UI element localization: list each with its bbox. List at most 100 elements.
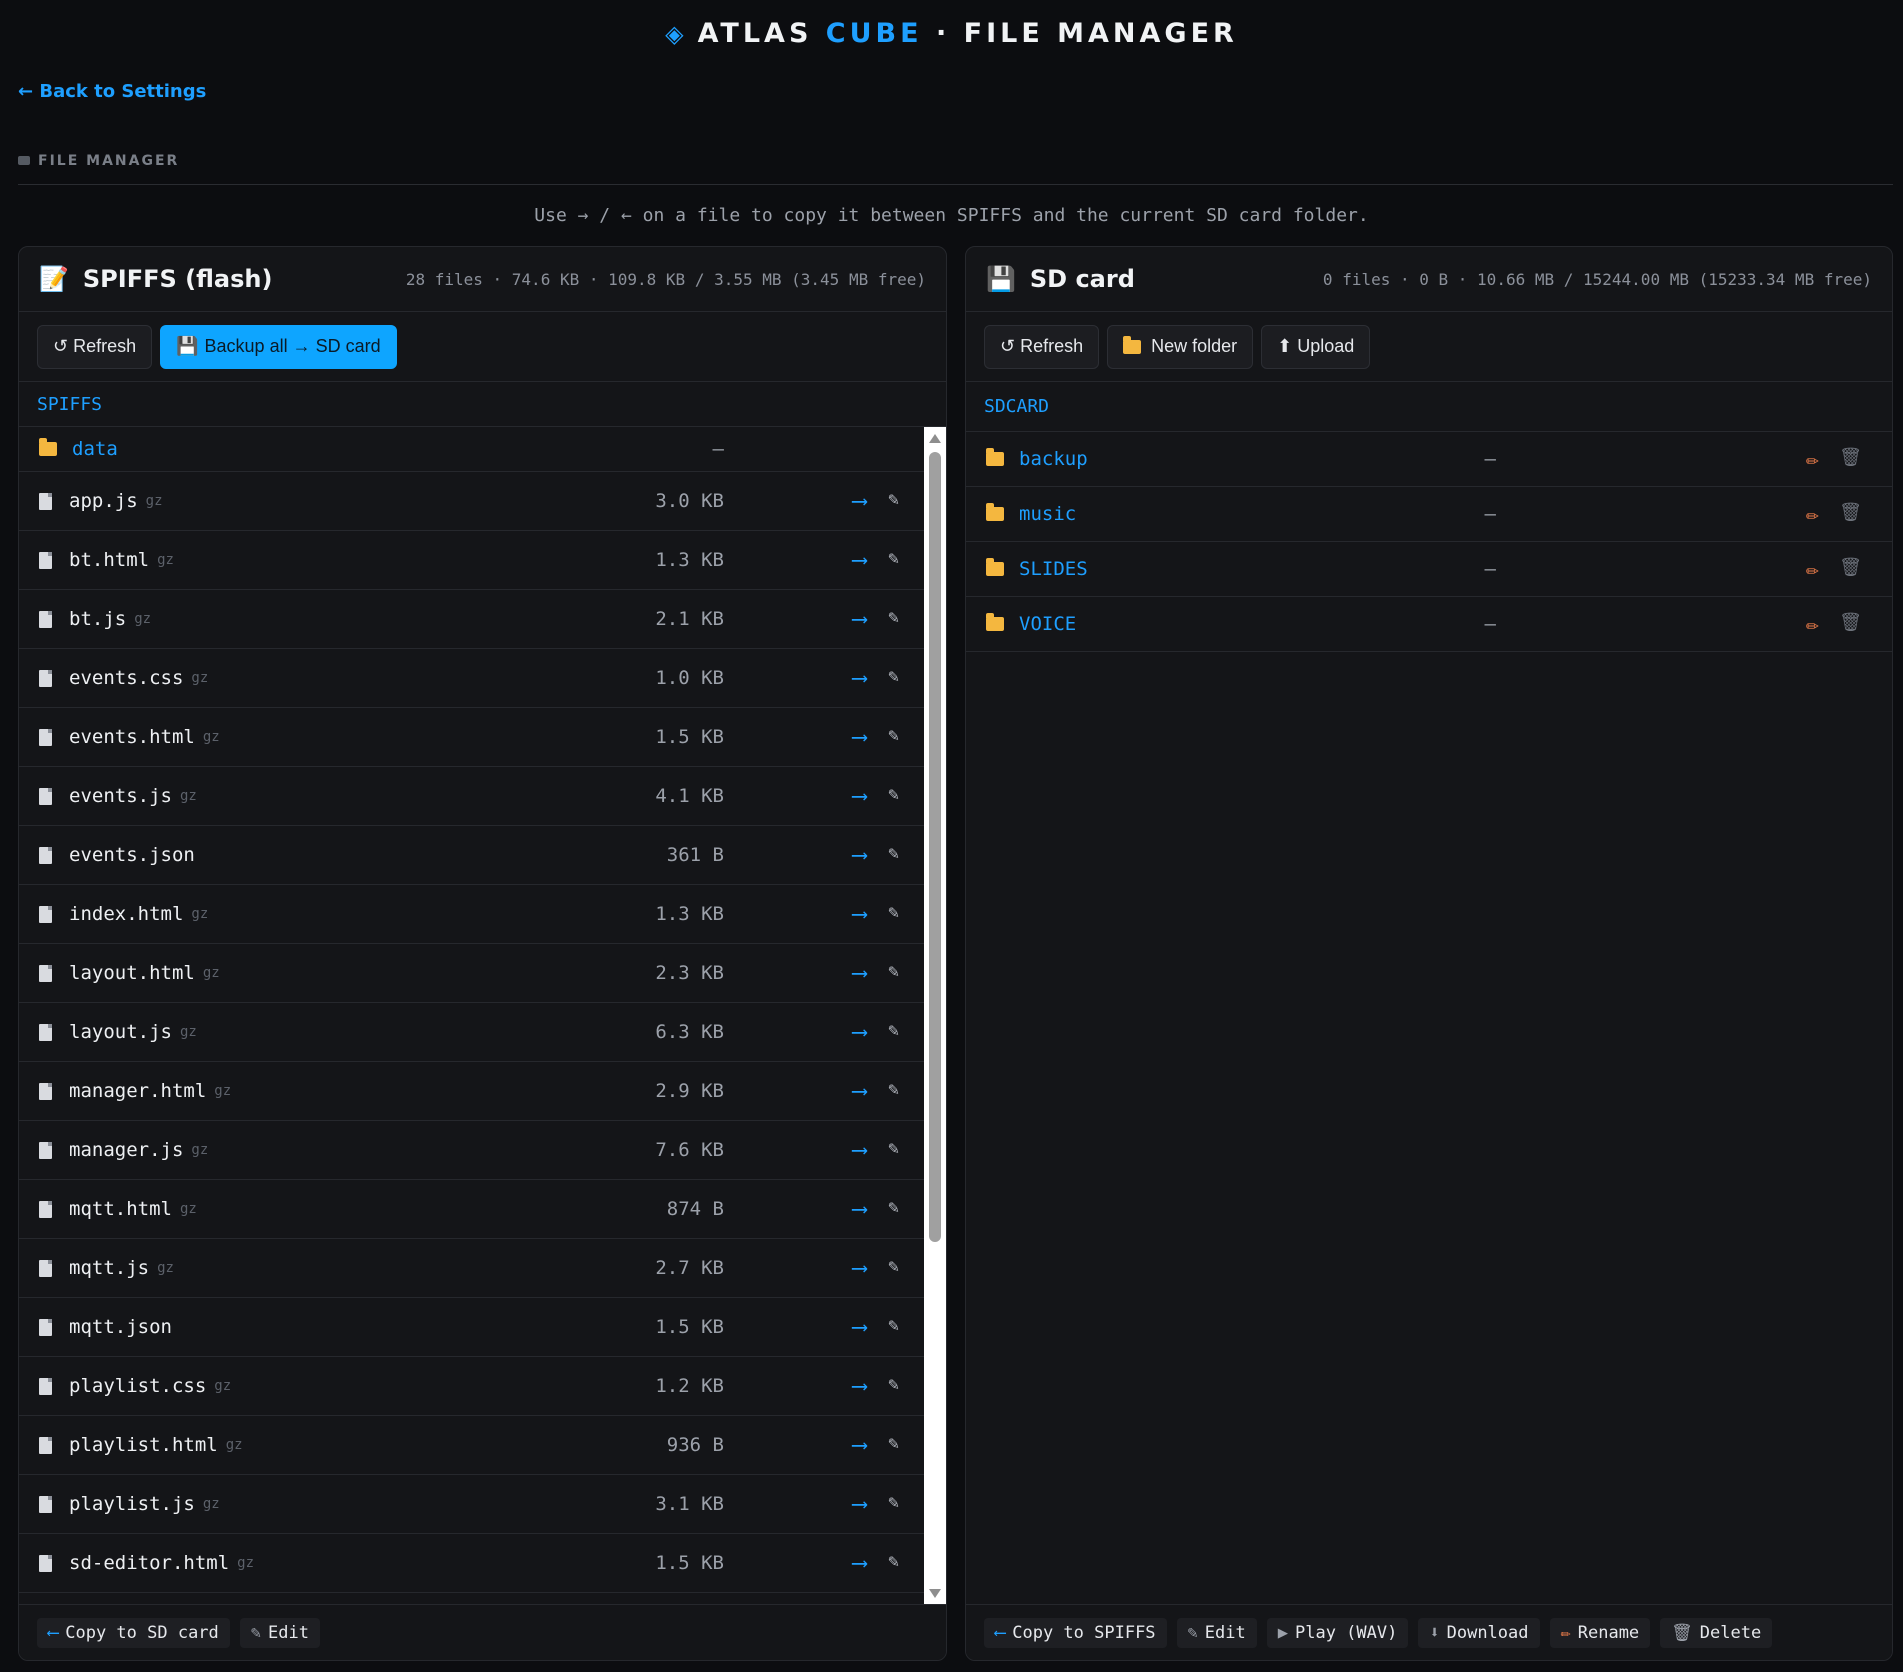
folder-row[interactable]: data — [19, 427, 924, 472]
copy-to-sd-button[interactable]: ⟵ Copy to SD card [37, 1617, 230, 1648]
file-row[interactable]: playlist.html gz 936 B ⟶ ✎ [19, 1416, 924, 1475]
edit-pencil-icon[interactable]: ✎ [888, 1551, 899, 1576]
file-row[interactable]: playlist.css gz 1.2 KB ⟶ ✎ [19, 1357, 924, 1416]
delete-trash-icon[interactable]: 🗑 [1839, 502, 1862, 527]
file-name[interactable]: events.json [69, 844, 195, 866]
copy-arrow-right-icon[interactable]: ⟶ [853, 1433, 866, 1458]
folder-name[interactable]: VOICE [1019, 613, 1076, 635]
file-row[interactable]: bt.js gz 2.1 KB ⟶ ✎ [19, 590, 924, 649]
edit-pencil-icon[interactable]: ✎ [888, 843, 899, 868]
edit-pencil-icon[interactable]: ✎ [888, 1374, 899, 1399]
copy-arrow-right-icon[interactable]: ⟶ [853, 784, 866, 809]
file-name[interactable]: bt.html [69, 549, 149, 571]
folder-name[interactable]: backup [1019, 448, 1088, 470]
spiffs-scrollbar[interactable] [924, 427, 946, 1604]
copy-arrow-right-icon[interactable]: ⟶ [853, 961, 866, 986]
copy-arrow-right-icon[interactable]: ⟶ [853, 1138, 866, 1163]
copy-to-spiffs-button[interactable]: ⟵ Copy to SPIFFS [984, 1617, 1167, 1648]
copy-arrow-right-icon[interactable]: ⟶ [853, 1256, 866, 1281]
scroll-down-icon[interactable] [929, 1589, 941, 1598]
file-name[interactable]: manager.html [69, 1080, 206, 1102]
edit-pencil-icon[interactable]: ✎ [888, 1197, 899, 1222]
scroll-up-icon[interactable] [929, 434, 941, 443]
file-name[interactable]: manager.js [69, 1139, 183, 1161]
edit-pencil-icon[interactable]: ✎ [888, 548, 899, 573]
download-button[interactable]: ⬇ Download [1418, 1617, 1540, 1648]
file-row[interactable]: manager.js gz 7.6 KB ⟶ ✎ [19, 1121, 924, 1180]
file-row[interactable]: events.json 361 B ⟶ ✎ [19, 826, 924, 885]
delete-button[interactable]: 🗑 Delete [1660, 1617, 1773, 1648]
file-row[interactable]: playlist.js gz 3.1 KB ⟶ ✎ [19, 1475, 924, 1534]
file-name[interactable]: events.js [69, 785, 172, 807]
folder-row[interactable]: VOICE — ✏ 🗑 [966, 597, 1892, 652]
file-name[interactable]: playlist.js [69, 1493, 195, 1515]
delete-trash-icon[interactable]: 🗑 [1839, 557, 1862, 582]
rename-button[interactable]: ✏ Rename [1549, 1617, 1651, 1648]
file-row[interactable]: sd-editor.html gz 1.5 KB ⟶ ✎ [19, 1534, 924, 1593]
folder-row[interactable]: music — ✏ 🗑 [966, 487, 1892, 542]
edit-pencil-icon[interactable]: ✎ [888, 1256, 899, 1281]
edit-pencil-icon[interactable]: ✎ [888, 1492, 899, 1517]
sdcard-refresh-button[interactable]: ↺ Refresh [984, 324, 1100, 369]
file-row[interactable]: events.css gz 1.0 KB ⟶ ✎ [19, 649, 924, 708]
spiffs-edit-button[interactable]: ✎ Edit [239, 1617, 320, 1648]
edit-pencil-icon[interactable]: ✎ [888, 1079, 899, 1104]
file-name[interactable]: index.html [69, 903, 183, 925]
copy-arrow-right-icon[interactable]: ⟶ [853, 1374, 866, 1399]
backup-all-button[interactable]: 💾 Backup all → SD card [160, 324, 397, 369]
file-row[interactable]: mqtt.js gz 2.7 KB ⟶ ✎ [19, 1239, 924, 1298]
folder-row[interactable]: SLIDES — ✏ 🗑 [966, 542, 1892, 597]
sdcard-edit-button[interactable]: ✎ Edit [1176, 1617, 1257, 1648]
copy-arrow-right-icon[interactable]: ⟶ [853, 666, 866, 691]
file-row[interactable]: mqtt.html gz 874 B ⟶ ✎ [19, 1180, 924, 1239]
delete-trash-icon[interactable]: 🗑 [1839, 612, 1862, 637]
copy-arrow-right-icon[interactable]: ⟶ [853, 902, 866, 927]
edit-pencil-icon[interactable]: ✎ [888, 607, 899, 632]
edit-pencil-icon[interactable]: ✎ [888, 666, 899, 691]
folder-name[interactable]: data [72, 438, 118, 460]
rename-pencil-icon[interactable]: ✏ [1806, 612, 1819, 637]
copy-arrow-right-icon[interactable]: ⟶ [853, 725, 866, 750]
rename-pencil-icon[interactable]: ✏ [1806, 557, 1819, 582]
folder-name[interactable]: SLIDES [1019, 558, 1088, 580]
file-name[interactable]: mqtt.js [69, 1257, 149, 1279]
delete-trash-icon[interactable]: 🗑 [1839, 447, 1862, 472]
copy-arrow-right-icon[interactable]: ⟶ [853, 607, 866, 632]
file-row[interactable]: manager.html gz 2.9 KB ⟶ ✎ [19, 1062, 924, 1121]
scrollbar-thumb[interactable] [929, 452, 941, 1242]
copy-arrow-right-icon[interactable]: ⟶ [853, 1020, 866, 1045]
edit-pencil-icon[interactable]: ✎ [888, 1138, 899, 1163]
copy-arrow-right-icon[interactable]: ⟶ [853, 1551, 866, 1576]
file-name[interactable]: app.js [69, 490, 138, 512]
file-name[interactable]: events.html [69, 726, 195, 748]
file-row[interactable]: layout.js gz 6.3 KB ⟶ ✎ [19, 1003, 924, 1062]
file-row[interactable]: events.js gz 4.1 KB ⟶ ✎ [19, 767, 924, 826]
file-row[interactable]: bt.html gz 1.3 KB ⟶ ✎ [19, 531, 924, 590]
edit-pencil-icon[interactable]: ✎ [888, 489, 899, 514]
file-name[interactable]: events.css [69, 667, 183, 689]
file-row[interactable]: app.js gz 3.0 KB ⟶ ✎ [19, 472, 924, 531]
rename-pencil-icon[interactable]: ✏ [1806, 502, 1819, 527]
folder-row[interactable]: backup — ✏ 🗑 [966, 432, 1892, 487]
copy-arrow-right-icon[interactable]: ⟶ [853, 489, 866, 514]
rename-pencil-icon[interactable]: ✏ [1806, 447, 1819, 472]
copy-arrow-right-icon[interactable]: ⟶ [853, 1197, 866, 1222]
upload-button[interactable]: ⬆ Upload [1261, 324, 1371, 369]
file-name[interactable]: sd-editor.html [69, 1552, 229, 1574]
copy-arrow-right-icon[interactable]: ⟶ [853, 1079, 866, 1104]
folder-name[interactable]: music [1019, 503, 1076, 525]
file-row[interactable]: events.html gz 1.5 KB ⟶ ✎ [19, 708, 924, 767]
edit-pencil-icon[interactable]: ✎ [888, 902, 899, 927]
file-name[interactable]: mqtt.html [69, 1198, 172, 1220]
file-name[interactable]: bt.js [69, 608, 126, 630]
copy-arrow-right-icon[interactable]: ⟶ [853, 1492, 866, 1517]
file-name[interactable]: playlist.html [69, 1434, 218, 1456]
edit-pencil-icon[interactable]: ✎ [888, 1020, 899, 1045]
edit-pencil-icon[interactable]: ✎ [888, 725, 899, 750]
spiffs-refresh-button[interactable]: ↺ Refresh [37, 324, 153, 369]
edit-pencil-icon[interactable]: ✎ [888, 1315, 899, 1340]
back-to-settings-link[interactable]: ← Back to Settings [18, 81, 206, 102]
copy-arrow-right-icon[interactable]: ⟶ [853, 1315, 866, 1340]
file-name[interactable]: playlist.css [69, 1375, 206, 1397]
new-folder-button[interactable]: New folder [1107, 324, 1254, 369]
